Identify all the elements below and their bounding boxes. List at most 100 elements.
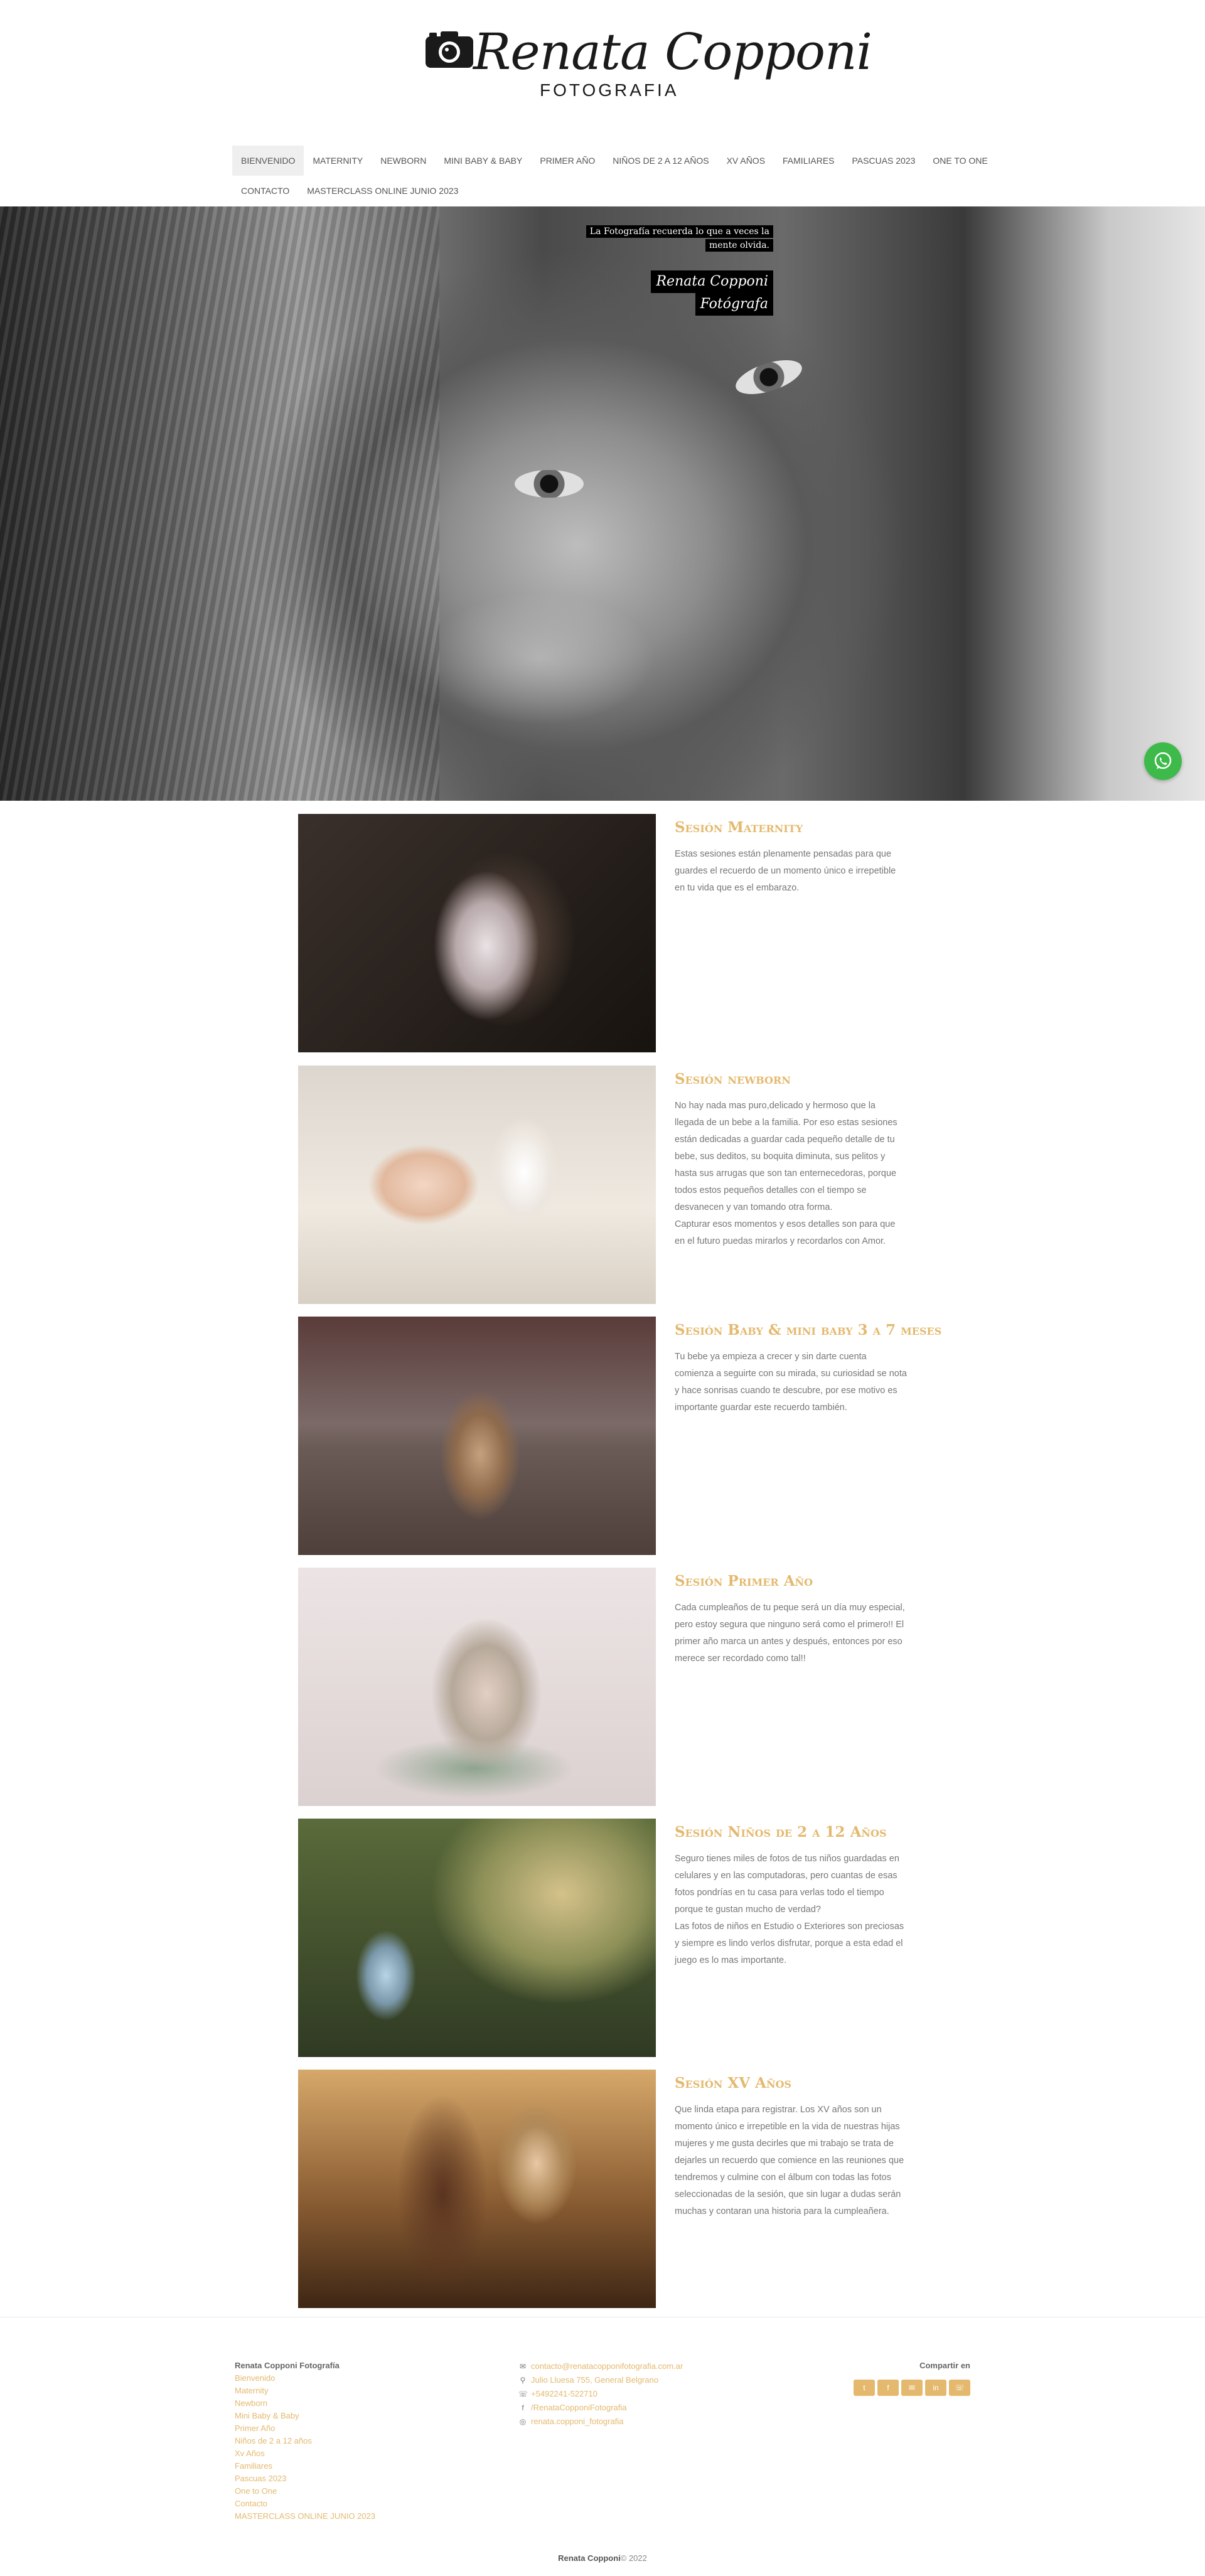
whatsapp-icon: ☏: [518, 2390, 528, 2398]
share-facebook-button[interactable]: f: [877, 2380, 899, 2396]
site-logo[interactable]: Renata Copponi FOTOGRAFIA: [424, 23, 872, 104]
footer-link[interactable]: Contacto: [235, 2498, 486, 2510]
footer-link[interactable]: Maternity: [235, 2385, 486, 2397]
share-whatsapp-button[interactable]: ☏: [949, 2380, 970, 2396]
nav-item-xv-anos[interactable]: XV AÑOS: [718, 146, 774, 176]
session-photo-baby[interactable]: [298, 1317, 656, 1555]
main-nav: BIENVENIDO MATERNITY NEWBORN MINI BABY &…: [232, 146, 988, 206]
footer-address-row: ⚲ Julio Lluesa 755, General Belgrano: [518, 2373, 769, 2387]
footer-link[interactable]: MASTERCLASS ONLINE JUNIO 2023: [235, 2510, 486, 2523]
share-email-button[interactable]: ✉: [901, 2380, 923, 2396]
footer-address-link[interactable]: Julio Lluesa 755, General Belgrano: [531, 2373, 658, 2387]
whatsapp-button[interactable]: [1144, 742, 1182, 780]
email-icon: ✉: [908, 2383, 916, 2392]
footer-site-title: Renata Copponi Fotografía: [235, 2361, 340, 2370]
footer-link[interactable]: One to One: [235, 2485, 486, 2498]
session-title[interactable]: Sesión Niños de 2 a 12 Años: [675, 1824, 907, 1841]
camera-icon: [426, 31, 473, 68]
nav-row-2: CONTACTO MASTERCLASS ONLINE JUNIO 2023: [232, 176, 973, 206]
hero-photo-hair: [0, 206, 439, 801]
session-description: Estas sesiones están plenamente pensadas…: [675, 849, 896, 893]
session-description: Tu bebe ya empieza a crecer y sin darte …: [675, 1352, 907, 1413]
footer-share: Compartir en t f ✉ in ☏: [844, 2360, 970, 2396]
footer-link[interactable]: Familiares: [235, 2460, 486, 2472]
hero-quote-line-2: mente olvida.: [705, 239, 773, 252]
session-title[interactable]: Sesión newborn: [675, 1071, 907, 1088]
session-title[interactable]: Sesión Primer Año: [675, 1573, 907, 1590]
nav-item-newborn[interactable]: NEWBORN: [372, 146, 435, 176]
nav-item-one-to-one[interactable]: ONE TO ONE: [924, 146, 996, 176]
whatsapp-icon: [1154, 752, 1172, 769]
footer-contact: ✉ contacto@renatacopponifotografia.com.a…: [518, 2360, 769, 2429]
hero-signature-name: Renata Copponi: [651, 270, 773, 293]
session-text: Sesión newborn No hay nada mas puro,deli…: [675, 1071, 907, 1250]
session-description: Seguro tienes miles de fotos de tus niño…: [675, 1854, 904, 1965]
session-text: Sesión Niños de 2 a 12 Años Seguro tiene…: [675, 1824, 907, 1969]
copyright: Renata Copponi© 2022: [0, 2553, 1205, 2563]
footer-link[interactable]: Newborn: [235, 2397, 486, 2410]
site-header: Renata Copponi FOTOGRAFIA: [0, 0, 1205, 141]
footer-share-label: Compartir en: [919, 2361, 970, 2370]
footer-instagram-link[interactable]: renata.copponi_fotografia: [531, 2415, 623, 2429]
nav-item-maternity[interactable]: MATERNITY: [304, 146, 372, 176]
footer-sitemap: Renata Copponi Fotografía Bienvenido Mat…: [235, 2360, 486, 2523]
nav-item-contacto[interactable]: CONTACTO: [232, 176, 298, 206]
facebook-icon: f: [887, 2383, 889, 2392]
session-photo-ninos[interactable]: [298, 1819, 656, 2057]
footer-email-row: ✉ contacto@renatacopponifotografia.com.a…: [518, 2360, 769, 2373]
share-buttons: t f ✉ in ☏: [844, 2380, 970, 2396]
hero-signature-role: Fotógrafa: [695, 293, 773, 316]
whatsapp-icon: ☏: [955, 2383, 965, 2392]
nav-item-masterclass[interactable]: MASTERCLASS ONLINE JUNIO 2023: [298, 176, 467, 206]
footer-phone-row: ☏ +5492241-522710: [518, 2387, 769, 2401]
session-text: Sesión XV Años Que linda etapa para regi…: [675, 2075, 907, 2220]
footer-link[interactable]: Bienvenido: [235, 2372, 486, 2385]
share-twitter-button[interactable]: t: [854, 2380, 875, 2396]
session-text: Sesión Primer Año Cada cumpleaños de tu …: [675, 1573, 907, 1667]
session-ninos: Sesión Niños de 2 a 12 Años Seguro tiene…: [298, 1819, 907, 2057]
footer-email-link[interactable]: contacto@renatacopponifotografia.com.ar: [531, 2360, 683, 2373]
session-description: Que linda etapa para registrar. Los XV a…: [675, 2105, 904, 2216]
session-title[interactable]: Sesión Baby & mini baby 3 a 7 meses: [675, 1322, 941, 1339]
hero-photo-eye-right: [731, 353, 806, 401]
session-primer-ano: Sesión Primer Año Cada cumpleaños de tu …: [298, 1568, 907, 1806]
footer-link[interactable]: Primer Año: [235, 2422, 486, 2435]
footer-phone-link[interactable]: +5492241-522710: [531, 2387, 597, 2401]
logo-name: Renata Copponi: [473, 23, 872, 81]
session-description: No hay nada mas puro,delicado y hermoso …: [675, 1101, 897, 1246]
session-text: Sesión Baby & mini baby 3 a 7 meses Tu b…: [675, 1322, 941, 1416]
footer-link[interactable]: Xv Años: [235, 2447, 486, 2460]
hero-banner: La Fotografía recuerda lo que a veces la…: [0, 206, 1205, 801]
footer-link[interactable]: Pascuas 2023: [235, 2472, 486, 2485]
session-xv-anos: Sesión XV Años Que linda etapa para regi…: [298, 2070, 907, 2308]
nav-item-pascuas[interactable]: PASCUAS 2023: [844, 146, 924, 176]
nav-item-mini-baby[interactable]: MINI BABY & BABY: [435, 146, 531, 176]
session-baby: Sesión Baby & mini baby 3 a 7 meses Tu b…: [298, 1317, 941, 1555]
footer-link[interactable]: Mini Baby & Baby: [235, 2410, 486, 2422]
session-description: Cada cumpleaños de tu peque será un día …: [675, 1603, 905, 1664]
session-photo-maternity[interactable]: [298, 814, 656, 1052]
session-photo-primer-ano[interactable]: [298, 1568, 656, 1806]
nav-item-bienvenido[interactable]: BIENVENIDO: [232, 146, 304, 176]
footer-link[interactable]: Niños de 2 a 12 años: [235, 2435, 486, 2447]
share-linkedin-button[interactable]: in: [925, 2380, 946, 2396]
footer-instagram-row: ◎ renata.copponi_fotografia: [518, 2415, 769, 2429]
facebook-icon: f: [522, 2403, 524, 2412]
twitter-icon: t: [863, 2383, 865, 2392]
linkedin-icon: in: [933, 2383, 939, 2392]
copyright-name: Renata Copponi: [558, 2553, 621, 2563]
session-title[interactable]: Sesión XV Años: [675, 2075, 907, 2092]
hero-quote: La Fotografía recuerda lo que a veces la…: [586, 225, 773, 316]
session-maternity: Sesión Maternity Estas sesiones están pl…: [298, 814, 907, 1052]
hero-photo-eye-left: [515, 470, 584, 498]
session-text: Sesión Maternity Estas sesiones están pl…: [675, 819, 907, 897]
session-photo-newborn[interactable]: [298, 1066, 656, 1304]
nav-item-ninos[interactable]: NIÑOS DE 2 A 12 AÑOS: [604, 146, 717, 176]
session-title[interactable]: Sesión Maternity: [675, 819, 907, 836]
session-photo-xv-anos[interactable]: [298, 2070, 656, 2308]
hero-quote-line-1: La Fotografía recuerda lo que a veces la: [586, 225, 773, 238]
nav-item-familiares[interactable]: FAMILIARES: [774, 146, 843, 176]
logo-subtitle: FOTOGRAFIA: [540, 80, 679, 100]
nav-item-primer-ano[interactable]: PRIMER AÑO: [531, 146, 604, 176]
footer-facebook-link[interactable]: /RenataCopponiFotografia: [531, 2401, 627, 2415]
